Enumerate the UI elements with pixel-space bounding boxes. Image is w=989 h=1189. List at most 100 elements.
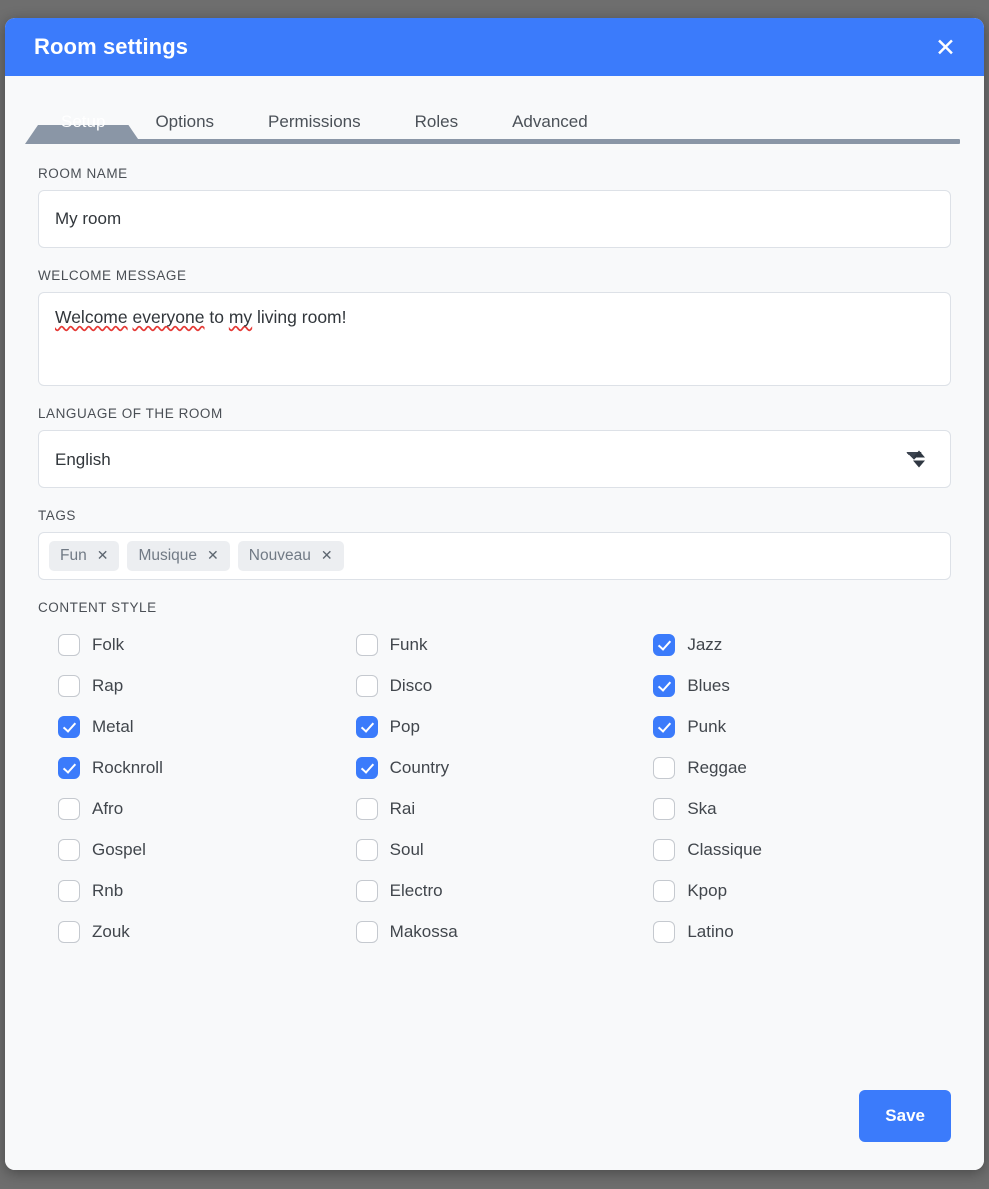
misspelled-word: Welcome: [55, 307, 128, 327]
tag-remove-close-icon[interactable]: ✕: [207, 549, 219, 563]
content-style-option-label: Soul: [389, 839, 424, 859]
page-title: Room settings: [34, 34, 189, 59]
checkbox-checked-icon[interactable]: [653, 633, 676, 656]
tab-setup[interactable]: Setup: [38, 113, 128, 144]
checkbox-checked-icon[interactable]: [58, 756, 80, 779]
save-button[interactable]: Save: [859, 1090, 951, 1142]
dialog-footer: Save: [5, 1074, 984, 1170]
content-style-option-pop[interactable]: Pop: [355, 706, 654, 747]
checkbox-unchecked-icon[interactable]: [653, 797, 676, 820]
checkbox-checked-icon[interactable]: [355, 715, 378, 738]
content-style-option-ska[interactable]: Ska: [653, 788, 951, 829]
content-style-option-folk[interactable]: Folk: [58, 624, 356, 665]
room-name-field-group: ROOM NAME: [38, 166, 951, 248]
checkbox-unchecked-icon[interactable]: [653, 879, 676, 902]
content-style-option-soul[interactable]: Soul: [355, 829, 654, 870]
checkbox-unchecked-icon[interactable]: [58, 797, 80, 820]
tag-label: Musique: [138, 547, 198, 564]
content-style-option-jazz[interactable]: Jazz: [653, 624, 951, 665]
content-style-option-label: Afro: [92, 798, 124, 818]
tab-label: Permissions: [268, 112, 361, 131]
content-style-option-label: Classique: [687, 839, 762, 859]
tag-remove-close-icon[interactable]: ✕: [321, 549, 333, 563]
checkbox-unchecked-icon[interactable]: [653, 920, 676, 943]
tag-pill: Musique ✕: [127, 541, 230, 571]
checkbox-unchecked-icon[interactable]: [355, 879, 378, 902]
language-select[interactable]: English: [38, 430, 951, 488]
content-style-option-gospel[interactable]: Gospel: [58, 829, 356, 870]
content-style-option-zouk[interactable]: Zouk: [58, 911, 356, 952]
room-name-input[interactable]: [38, 190, 951, 248]
content-style-option-label: Kpop: [687, 880, 728, 900]
content-style-option-label: Rnb: [92, 880, 124, 900]
tags-input[interactable]: Fun ✕ Musique ✕ Nouveau ✕: [38, 532, 951, 580]
checkbox-unchecked-icon[interactable]: [355, 920, 378, 943]
tag-pill: Fun ✕: [49, 541, 120, 571]
tab-label: Setup: [61, 112, 106, 131]
tab-list: Setup Options Permissions Roles Advanced: [38, 76, 984, 144]
content-style-option-label: Funk: [389, 634, 428, 654]
checkbox-unchecked-icon[interactable]: [355, 838, 378, 861]
content-style-option-funk[interactable]: Funk: [355, 624, 654, 665]
content-style-option-afro[interactable]: Afro: [58, 788, 356, 829]
close-icon[interactable]: ✕: [929, 31, 962, 64]
checkbox-unchecked-icon[interactable]: [58, 674, 80, 697]
checkbox-unchecked-icon[interactable]: [58, 633, 80, 656]
content-style-option-label: Jazz: [687, 634, 723, 654]
content-style-option-label: Pop: [389, 716, 420, 736]
content-style-option-punk[interactable]: Punk: [653, 706, 951, 747]
checkbox-unchecked-icon[interactable]: [58, 920, 80, 943]
content-style-option-electro[interactable]: Electro: [355, 870, 654, 911]
content-style-option-label: Disco: [389, 675, 433, 695]
tag-remove-close-icon[interactable]: ✕: [97, 549, 109, 563]
content-style-option-makossa[interactable]: Makossa: [355, 911, 654, 952]
tab-label: Options: [155, 112, 215, 131]
checkbox-unchecked-icon[interactable]: [355, 633, 378, 656]
content-style-option-country[interactable]: Country: [355, 747, 654, 788]
content-style-option-kpop[interactable]: Kpop: [653, 870, 951, 911]
content-style-option-reggae[interactable]: Reggae: [653, 747, 951, 788]
tab-label: Advanced: [512, 112, 588, 131]
language-select-wrapper: English: [38, 430, 951, 488]
content-style-option-classique[interactable]: Classique: [653, 829, 951, 870]
checkbox-checked-icon[interactable]: [653, 715, 676, 738]
welcome-message-input[interactable]: Welcome everyone to my living room!: [38, 292, 951, 386]
tag-pill: Nouveau ✕: [237, 541, 344, 571]
content-style-option-label: Rocknroll: [92, 757, 163, 777]
welcome-message-text: Welcome everyone to my living room!: [55, 306, 934, 330]
content-style-option-metal[interactable]: Metal: [58, 706, 356, 747]
content-style-option-label: Rap: [92, 675, 124, 695]
content-style-option-rai[interactable]: Rai: [355, 788, 654, 829]
welcome-message-field-group: WELCOME MESSAGE Welcome everyone to my l…: [38, 268, 951, 386]
checkbox-unchecked-icon[interactable]: [653, 756, 676, 779]
checkbox-checked-icon[interactable]: [355, 756, 378, 779]
content-style-option-label: Zouk: [92, 921, 130, 941]
checkbox-unchecked-icon[interactable]: [58, 879, 80, 902]
tab-underline: [38, 139, 960, 144]
dialog-body: ROOM NAME WELCOME MESSAGE Welcome everyo…: [5, 144, 984, 1074]
checkbox-unchecked-icon[interactable]: [58, 838, 80, 861]
checkbox-unchecked-icon[interactable]: [653, 838, 676, 861]
content-style-option-label: Country: [389, 757, 450, 777]
content-style-field-group: CONTENT STYLE Folk Rap Metal Rocknroll Afro G…: [38, 600, 951, 952]
content-style-option-disco[interactable]: Disco: [355, 665, 654, 706]
tab-label: Roles: [414, 112, 459, 131]
language-field-group: LANGUAGE OF THE ROOM English: [38, 406, 951, 488]
message-text-part: to: [204, 307, 229, 327]
content-style-option-rocknroll[interactable]: Rocknroll: [58, 747, 356, 788]
content-style-checkbox-grid: Folk Rap Metal Rocknroll Afro Gospel Rnb Zouk Fu…: [38, 624, 951, 952]
content-style-option-latino[interactable]: Latino: [653, 911, 951, 952]
checkbox-checked-icon[interactable]: [653, 674, 676, 697]
content-style-option-rnb[interactable]: Rnb: [58, 870, 356, 911]
tag-label: Fun: [60, 547, 87, 564]
content-style-option-label: Metal: [92, 716, 134, 736]
content-style-option-blues[interactable]: Blues: [653, 665, 951, 706]
content-style-option-label: Blues: [687, 675, 730, 695]
content-style-option-rap[interactable]: Rap: [58, 665, 356, 706]
content-style-label: CONTENT STYLE: [38, 600, 157, 615]
misspelled-word: everyone: [132, 307, 205, 327]
checkbox-unchecked-icon[interactable]: [355, 797, 378, 820]
misspelled-word: my: [228, 307, 253, 327]
checkbox-checked-icon[interactable]: [58, 715, 80, 738]
checkbox-unchecked-icon[interactable]: [355, 674, 378, 697]
